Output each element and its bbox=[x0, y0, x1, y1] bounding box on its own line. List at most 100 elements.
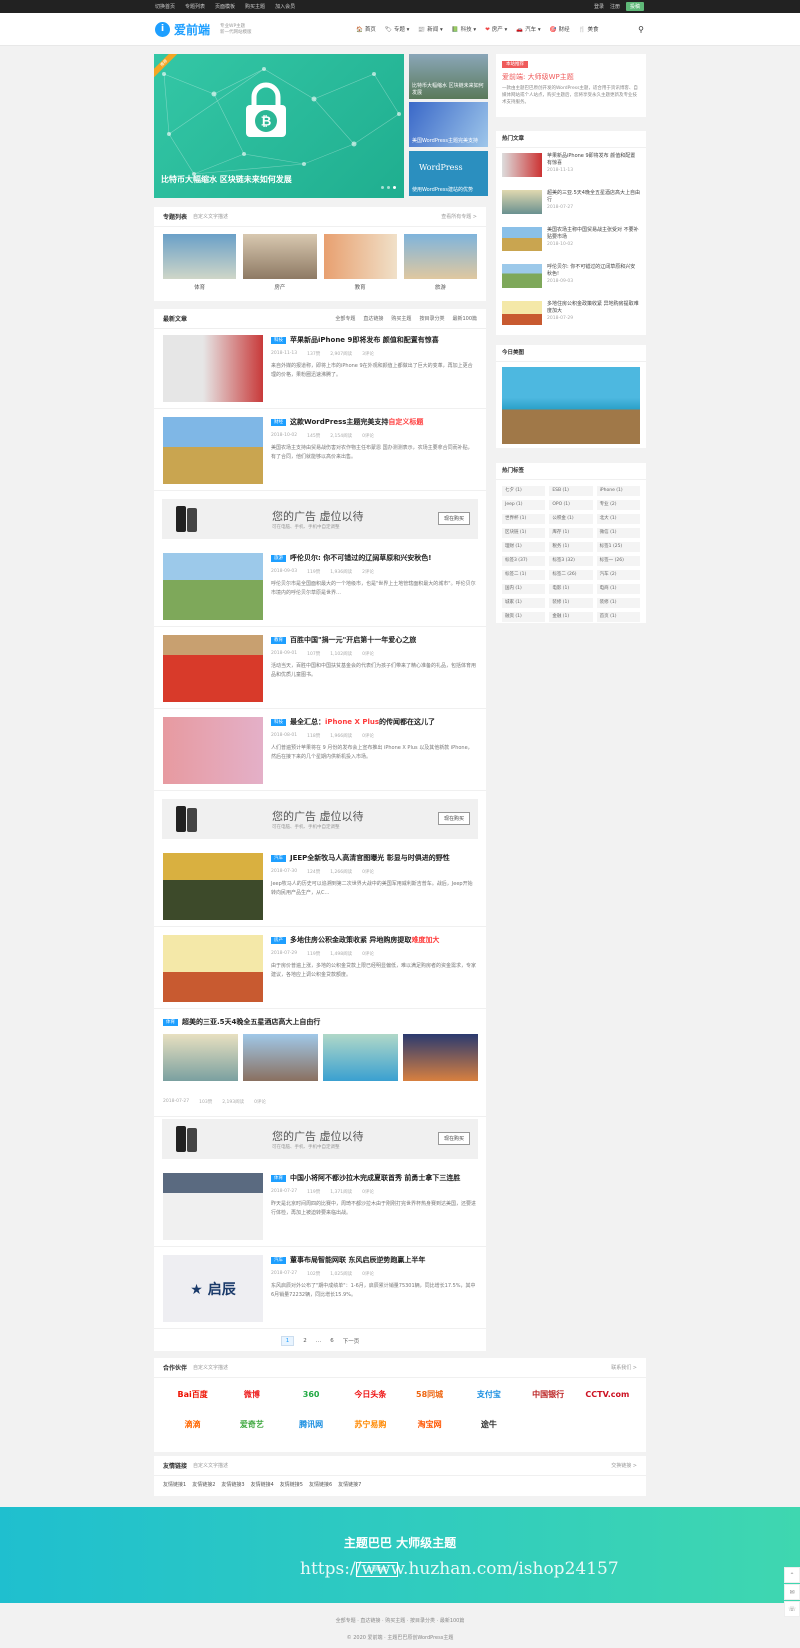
post-item[interactable]: ★ 启辰 汽车 董事布局智能网联 东风启辰逆势跑赢上半年 2018-07-27 10… bbox=[154, 1249, 486, 1329]
nav-item-food[interactable]: 🍴 美食 bbox=[579, 25, 599, 33]
hot-post[interactable]: 超美的三亚.5天4晚全五星酒店高大上自由行 2018-07-27 bbox=[496, 185, 646, 222]
topbar-link[interactable]: 切换首页 bbox=[155, 3, 175, 10]
category-tag[interactable]: 汽车 bbox=[271, 855, 286, 862]
partner-logo[interactable]: 今日头条 bbox=[341, 1384, 400, 1406]
tag-chip[interactable]: 区块链 (1) bbox=[502, 528, 546, 538]
buy-now-button[interactable]: 现在购买 bbox=[437, 1132, 470, 1145]
footer-link[interactable]: 按目录分类 bbox=[410, 1618, 435, 1624]
post-item[interactable]: 房产 多地住房公积金政策收紧 异地购房提取难度加大 2018-07-29 119赞 1… bbox=[154, 929, 486, 1009]
hot-post[interactable]: 美国农场主称中国贸易战主张受对 不要补贴要市场 2018-10-02 bbox=[496, 222, 646, 259]
tab-latest100[interactable]: 最新100篇 bbox=[452, 315, 477, 322]
tab-all[interactable]: 全部专题 bbox=[335, 315, 355, 322]
tab-category[interactable]: 按目录分类 bbox=[419, 315, 444, 322]
partner-logo[interactable]: 淘宝网 bbox=[400, 1414, 459, 1436]
tag-chip[interactable]: 国内 (1) bbox=[502, 584, 546, 594]
post-item[interactable]: 科技 苹果新品iPhone 9即将发布 颜值和配置有惊喜 2018-11-13 13… bbox=[154, 329, 486, 409]
friend-link[interactable]: 友情链接2 bbox=[192, 1481, 215, 1488]
friend-link[interactable]: 友情链接6 bbox=[309, 1481, 332, 1488]
partner-logo[interactable]: 腾讯网 bbox=[282, 1414, 341, 1436]
topic-card[interactable]: 教育 bbox=[323, 234, 397, 291]
post-title[interactable]: 多地住房公积金政策收紧 异地购房提取 bbox=[290, 936, 411, 944]
topbar-link[interactable]: 加入会员 bbox=[275, 3, 295, 10]
friend-link[interactable]: 友情链接5 bbox=[280, 1481, 303, 1488]
post-title[interactable]: 苹果新品iPhone 9即将发布 颜值和配置有惊喜 bbox=[290, 336, 439, 344]
tag-chip[interactable]: 标签1 (25) bbox=[596, 542, 640, 552]
wechat-icon[interactable]: ☏ bbox=[784, 1601, 800, 1617]
tag-chip[interactable]: 世界杯 (1) bbox=[502, 514, 546, 524]
slider-dots[interactable] bbox=[381, 186, 396, 189]
friend-link[interactable]: 友情链接4 bbox=[251, 1481, 274, 1488]
category-tag[interactable]: 房产 bbox=[271, 937, 286, 944]
category-tag[interactable]: 体育 bbox=[163, 1019, 178, 1026]
tag-chip[interactable]: 库存 (1) bbox=[549, 528, 593, 538]
footer-link[interactable]: 直达链接 bbox=[360, 1618, 380, 1624]
tag-chip[interactable]: 融资 (1) bbox=[502, 612, 546, 622]
partner-logo[interactable]: 支付宝 bbox=[459, 1384, 518, 1406]
tag-chip[interactable]: OPO (1) bbox=[549, 500, 593, 510]
widget-title[interactable]: 爱前端: 大师级WP主题 bbox=[502, 72, 640, 82]
tag-chip[interactable]: 标签3 (32) bbox=[549, 556, 593, 566]
category-tag[interactable]: 旅游 bbox=[271, 555, 286, 562]
today-image[interactable] bbox=[502, 367, 640, 444]
tag-chip[interactable]: 标签一 (26) bbox=[596, 556, 640, 566]
register-link[interactable]: 注册 bbox=[610, 3, 620, 10]
post-item[interactable]: 教育 百胜中国"捐一元"开启第十一年爱心之旅 2018-09-01 107赞 1,10… bbox=[154, 629, 486, 709]
tag-chip[interactable]: 专业 (2) bbox=[596, 500, 640, 510]
page-link[interactable]: 2 bbox=[303, 1338, 307, 1344]
post-item[interactable]: 体育 中国小将阿不都沙拉木完成夏联首秀 前勇士拿下三连胜 2018-07-27 11… bbox=[154, 1167, 486, 1247]
next-page-link[interactable]: 下一页 bbox=[343, 1337, 360, 1345]
tag-chip[interactable]: 七夕 (1) bbox=[502, 486, 546, 496]
tag-chip[interactable]: iPhone (1) bbox=[596, 486, 640, 496]
category-tag[interactable]: 科技 bbox=[271, 719, 286, 726]
post-item[interactable]: 财经 这款WordPress主题完美支持自定义标题 2018-10-02 145赞 2… bbox=[154, 411, 486, 491]
hot-post[interactable]: 苹果新品iPhone 9即将发布 颜值和配置有惊喜 2018-11-13 bbox=[496, 148, 646, 185]
arrow-up-icon[interactable]: ⌃ bbox=[784, 1567, 800, 1583]
partner-logo[interactable]: 微博 bbox=[222, 1384, 281, 1406]
partner-logo[interactable]: 爱奇艺 bbox=[222, 1414, 281, 1436]
tag-chip[interactable]: 首页 (1) bbox=[596, 612, 640, 622]
tab-buy[interactable]: 购买主题 bbox=[391, 315, 411, 322]
footer-link[interactable]: 购买主题 bbox=[385, 1618, 405, 1624]
partner-logo[interactable]: 360 bbox=[282, 1384, 341, 1406]
more-link[interactable]: 查看所有专题 > bbox=[441, 213, 477, 220]
post-title[interactable]: 中国小将阿不都沙拉木完成夏联首秀 前勇士拿下三连胜 bbox=[290, 1174, 460, 1182]
tag-chip[interactable]: 标签二 (1) bbox=[502, 570, 546, 580]
nav-item-news[interactable]: 📰 新闻 ▾ bbox=[418, 25, 442, 33]
topbar-link[interactable]: 购买主题 bbox=[245, 3, 265, 10]
submit-button[interactable]: 投稿 bbox=[625, 2, 644, 11]
footer-link[interactable]: 全部专题 bbox=[336, 1618, 356, 1624]
topbar-link[interactable]: 页面模板 bbox=[215, 3, 235, 10]
post-title[interactable]: 最全汇总： bbox=[290, 718, 325, 726]
tag-chip[interactable]: 城家 (1) bbox=[502, 598, 546, 608]
more-link[interactable]: 交换链接 > bbox=[611, 1462, 637, 1469]
hot-post[interactable]: 呼伦贝尔: 你不可错过的辽阔草原和兴安秋色! 2018-09-03 bbox=[496, 259, 646, 296]
partner-logo[interactable]: CCTV.com bbox=[578, 1384, 637, 1406]
partner-logo[interactable]: 中国银行 bbox=[519, 1384, 578, 1406]
category-tag[interactable]: 财经 bbox=[271, 419, 286, 426]
side-thumb[interactable]: WordPress 使用WordPress建站的优势 bbox=[409, 151, 488, 196]
tag-chip[interactable]: 微信 (1) bbox=[596, 528, 640, 538]
tab-direct[interactable]: 直达链接 bbox=[363, 315, 383, 322]
tag-chip[interactable]: 汽车 (2) bbox=[596, 570, 640, 580]
partner-logo[interactable]: Bai百度 bbox=[163, 1384, 222, 1406]
featured-slider[interactable]: 推荐 ₿ 比特币大幅缩水 区块链未来如何发展 bbox=[154, 54, 404, 198]
tag-chip[interactable]: 标签3 (37) bbox=[502, 556, 546, 566]
post-title[interactable]: 超美的三亚.5天4晚全五星酒店高大上自由行 bbox=[182, 1018, 320, 1026]
nav-item-house[interactable]: ❤ 房产 ▾ bbox=[485, 25, 507, 33]
topbar-link[interactable]: 专题列表 bbox=[185, 3, 205, 10]
partner-logo[interactable]: 58同城 bbox=[400, 1384, 459, 1406]
buy-now-button[interactable]: 现在购买 bbox=[437, 812, 470, 825]
side-thumb[interactable]: 比特币大幅缩水 区块链未来如何发展 bbox=[409, 54, 488, 99]
page-link[interactable]: 6 bbox=[330, 1338, 334, 1344]
post-title[interactable]: 董事布局智能网联 东风启辰逆势跑赢上半年 bbox=[290, 1256, 425, 1264]
partner-logo[interactable]: 途牛 bbox=[459, 1414, 518, 1436]
category-tag[interactable]: 科技 bbox=[271, 337, 286, 344]
gallery-post[interactable]: 体育 超美的三亚.5天4晚全五星酒店高大上自由行 2018-07-27 103赞 2,… bbox=[154, 1011, 486, 1117]
post-item[interactable]: 汽车 JEEP全新牧马人高清官图曝光 彰显与时俱进的野性 2018-07-30 12… bbox=[154, 847, 486, 927]
topic-card[interactable]: 体育 bbox=[163, 234, 237, 291]
ad-banner[interactable]: 您的广告 虚位以待 可在电脑、手机、手机中自定调整 现在购买 bbox=[162, 1119, 478, 1159]
tag-chip[interactable]: ESB (1) bbox=[549, 486, 593, 496]
post-title[interactable]: 这款WordPress主题完美支持 bbox=[290, 418, 388, 426]
friend-link[interactable]: 友情链接1 bbox=[163, 1481, 186, 1488]
nav-item-car[interactable]: 🚗 汽车 ▾ bbox=[516, 25, 540, 33]
